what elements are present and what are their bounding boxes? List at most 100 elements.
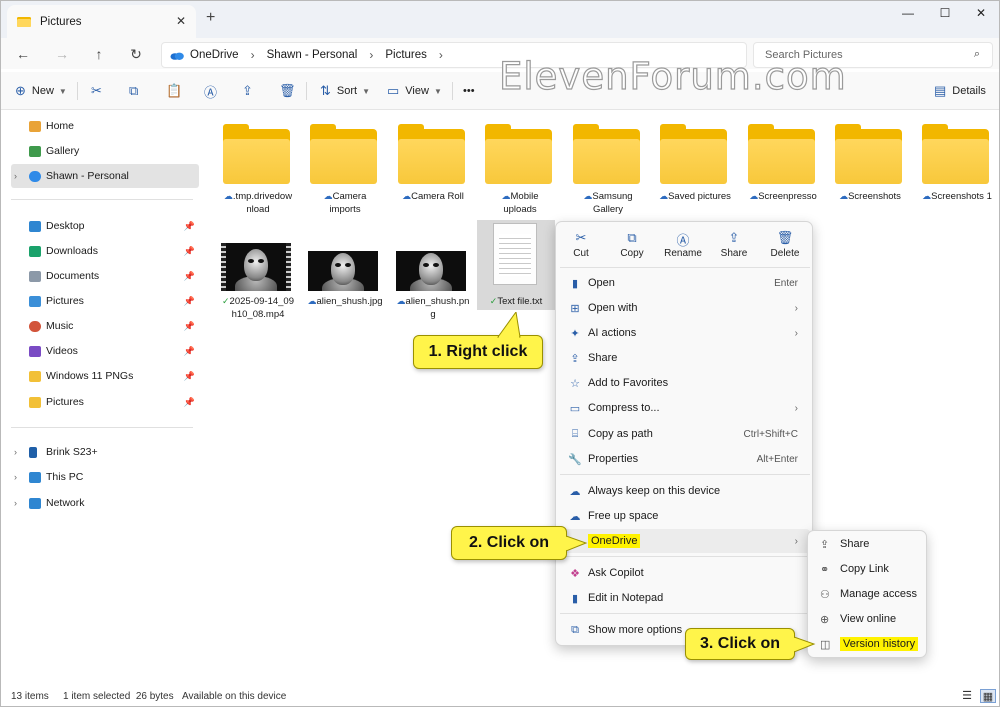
text-file-item[interactable]: ✓Text file.txt: [477, 220, 555, 310]
sidebar-item-home[interactable]: Home: [11, 114, 199, 138]
submenu-item-copy-link[interactable]: ⚭ Copy Link: [812, 557, 922, 581]
cut-button[interactable]: ✂ Cut: [556, 230, 606, 259]
menu-item-ai-actions[interactable]: ✦ AI actions ›: [560, 321, 810, 345]
folder-name-line1: Samsung: [592, 191, 633, 202]
sidebar-item-pictures[interactable]: Pictures 📌: [11, 289, 199, 313]
share-button[interactable]: ⇪ Share: [709, 230, 759, 259]
submenu-item-share[interactable]: ⇪ Share: [812, 532, 922, 556]
callout-click-onedrive: 2. Click on: [451, 526, 588, 560]
toolbar-divider: [77, 82, 78, 100]
rename-button[interactable]: Ⓐ Rename: [658, 230, 708, 259]
sidebar-item-music[interactable]: Music 📌: [11, 314, 199, 338]
tiles-view-icon[interactable]: ▦: [980, 689, 996, 703]
chevron-right-icon[interactable]: ›: [14, 171, 17, 181]
synced-check-icon: ✓: [222, 296, 230, 306]
minimize-icon[interactable]: —: [898, 6, 918, 22]
sidebar-item-documents[interactable]: Documents 📌: [11, 264, 199, 288]
sidebar-item-desktop[interactable]: Desktop 📌: [11, 214, 199, 238]
copy-button[interactable]: ⧉: [129, 82, 144, 100]
chevron-right-icon[interactable]: ›: [14, 472, 17, 482]
cut-button[interactable]: ✂: [91, 82, 108, 100]
sidebar-item-videos[interactable]: Videos 📌: [11, 339, 199, 363]
pin-icon[interactable]: 📌: [184, 397, 195, 408]
callout-text: 3. Click on: [699, 635, 781, 652]
sidebar-item-gallery[interactable]: Gallery: [11, 139, 199, 163]
sidebar-item-label: Music: [46, 320, 74, 332]
close-icon[interactable]: ✕: [971, 6, 991, 22]
details-button[interactable]: ▤ Details: [934, 82, 986, 100]
sidebar-item-downloads[interactable]: Downloads 📌: [11, 239, 199, 263]
sidebar-item-pictures-2[interactable]: Pictures 📌: [11, 390, 199, 414]
menu-item-label: Free up space: [588, 510, 659, 522]
sidebar-item-label: Shawn - Personal: [46, 170, 129, 182]
forward-arrow-icon[interactable]: →: [52, 44, 72, 64]
submenu-item-manage-access[interactable]: ⚇ Manage access: [812, 582, 922, 606]
delete-button[interactable]: 🗑 Delete: [760, 230, 810, 259]
tab-pictures[interactable]: Pictures ✕: [7, 5, 196, 38]
tab-close-icon[interactable]: ✕: [176, 14, 186, 28]
breadcrumb-shawn-personal[interactable]: Shawn - Personal: [267, 49, 358, 61]
paste-button[interactable]: 📋: [166, 82, 188, 100]
breadcrumb-pictures[interactable]: Pictures: [385, 49, 427, 61]
sidebar-item-label: Pictures: [46, 295, 84, 307]
breadcrumb-onedrive[interactable]: OneDrive: [190, 49, 239, 61]
new-tab-icon[interactable]: +: [206, 10, 215, 26]
chevron-right-icon[interactable]: ›: [251, 48, 255, 62]
pin-icon[interactable]: 📌: [184, 296, 195, 307]
cloud-status-icon: ☁: [922, 191, 932, 201]
menu-item-add-to-favorites[interactable]: ☆ Add to Favorites: [560, 371, 810, 395]
menu-item-share[interactable]: ⇪ Share: [560, 346, 810, 370]
submenu-item-version-history[interactable]: ◫ Version history: [812, 632, 922, 656]
shortcut-text: Enter: [774, 277, 798, 289]
menu-item-compress-to[interactable]: ▭ Compress to... ›: [560, 396, 810, 420]
details-view-icon[interactable]: ☰: [959, 689, 975, 703]
menu-item-open[interactable]: ▮ Open Enter: [560, 271, 810, 295]
sort-button[interactable]: ⇅ Sort ▼: [320, 82, 370, 100]
search-icon[interactable]: ⌕: [974, 48, 980, 61]
pin-icon[interactable]: 📌: [184, 371, 195, 382]
share-button[interactable]: ⇪: [242, 82, 259, 100]
sort-label: Sort: [336, 85, 358, 97]
chevron-right-icon[interactable]: ›: [14, 498, 17, 508]
sidebar-item-windows-11-pngs[interactable]: Windows 11 PNGs 📌: [11, 364, 199, 388]
pin-icon[interactable]: 📌: [184, 321, 195, 332]
search-placeholder: Search Pictures: [765, 49, 843, 61]
folder-name-line2: imports: [329, 204, 361, 215]
delete-button[interactable]: 🗑: [279, 82, 302, 100]
folder-name-line2: uploads: [503, 204, 537, 215]
menu-item-always-keep[interactable]: ☁ Always keep on this device: [560, 479, 810, 503]
maximize-icon[interactable]: ☐: [935, 6, 955, 22]
pin-icon[interactable]: 📌: [184, 246, 195, 257]
sidebar-item-shawn-personal[interactable]: › Shawn - Personal: [11, 164, 199, 188]
rename-button[interactable]: Ⓐ: [204, 82, 223, 100]
pin-icon[interactable]: 📌: [184, 346, 195, 357]
back-arrow-icon[interactable]: ←: [13, 44, 33, 64]
menu-item-edit-in-notepad[interactable]: ▮ Edit in Notepad: [560, 586, 810, 610]
refresh-icon[interactable]: ↻: [126, 44, 146, 64]
search-input[interactable]: Search Pictures ⌕: [753, 42, 993, 68]
sidebar-item-network[interactable]: › Network: [11, 491, 199, 515]
menu-item-free-up-space[interactable]: ☁ Free up space: [560, 504, 810, 528]
chevron-right-icon[interactable]: ›: [369, 48, 373, 62]
copy-button[interactable]: ⧉ Copy: [607, 230, 657, 259]
menu-item-onedrive[interactable]: ☁OneDrive›: [560, 529, 810, 553]
new-button[interactable]: ⊕ New ▼: [15, 82, 67, 100]
video-thumbnail: [221, 243, 291, 291]
see-more-button[interactable]: •••: [463, 82, 475, 100]
menu-item-ask-copilot[interactable]: ❖ Ask Copilot: [560, 561, 810, 585]
chevron-right-icon[interactable]: ›: [439, 48, 443, 62]
menu-item-open-with[interactable]: ⊞ Open with ›: [560, 296, 810, 320]
up-arrow-icon[interactable]: ↑: [89, 44, 109, 64]
pin-icon[interactable]: 📌: [184, 271, 195, 282]
sidebar-item-this-pc[interactable]: › This PC: [11, 465, 199, 489]
menu-item-properties[interactable]: 🔧 Properties Alt+Enter: [560, 447, 810, 471]
chevron-right-icon[interactable]: ›: [14, 447, 17, 457]
submenu-item-view-online[interactable]: ⊕ View online: [812, 607, 922, 631]
address-bar[interactable]: OneDrive › Shawn - Personal › Pictures ›: [161, 42, 747, 68]
pin-icon[interactable]: 📌: [184, 221, 195, 232]
menu-item-copy-as-path[interactable]: ⌸ Copy as path Ctrl+Shift+C: [560, 422, 810, 446]
selection-info: 1 item selected 26 bytes: [63, 691, 174, 702]
view-button[interactable]: ▭ View ▼: [387, 82, 442, 100]
cloud-status-icon: ☁: [323, 191, 333, 201]
sidebar-item-brink-s23[interactable]: › Brink S23+: [11, 440, 199, 464]
